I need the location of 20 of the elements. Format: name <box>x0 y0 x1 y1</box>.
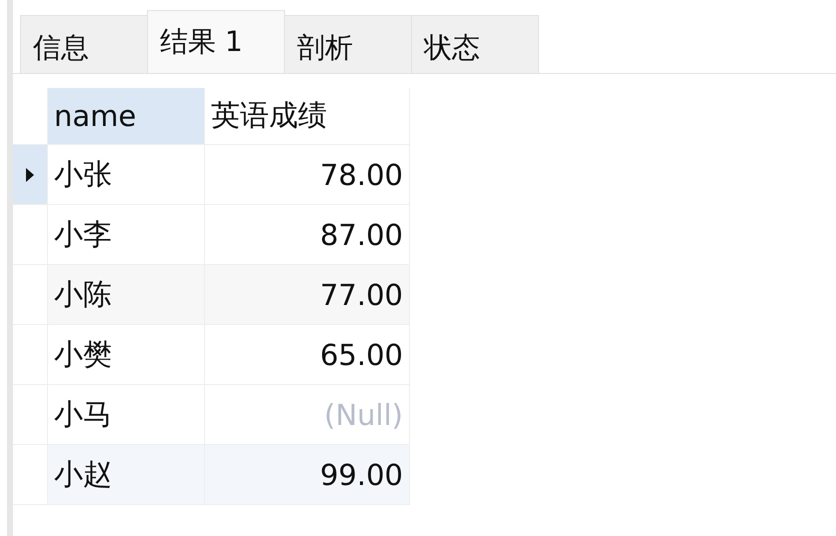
table-cell: 小马 <box>47 385 205 445</box>
table-cell: 99.00 <box>205 445 410 505</box>
table-cell: 78.00 <box>205 145 410 205</box>
column-header[interactable]: 英语成绩 <box>205 88 410 145</box>
table-cell: 小李 <box>47 205 205 265</box>
current-row-arrow-icon <box>26 168 34 182</box>
table-cell: 小赵 <box>47 445 205 505</box>
tab[interactable]: 信息 <box>20 15 148 73</box>
column-header[interactable]: name <box>47 88 205 145</box>
tab[interactable]: 状态 <box>411 15 539 73</box>
table-cell: (Null) <box>205 385 410 445</box>
table-cell: 87.00 <box>205 205 410 265</box>
row-indicator[interactable] <box>13 145 47 205</box>
table-cell: 小陈 <box>47 265 205 325</box>
table-cell: 77.00 <box>205 265 410 325</box>
table-cell: 65.00 <box>205 325 410 385</box>
tab[interactable]: 剖析 <box>284 15 412 73</box>
table-cell: 小张 <box>47 145 205 205</box>
table-cell: 小樊 <box>47 325 205 385</box>
tab[interactable]: 结果 1 <box>147 10 285 73</box>
